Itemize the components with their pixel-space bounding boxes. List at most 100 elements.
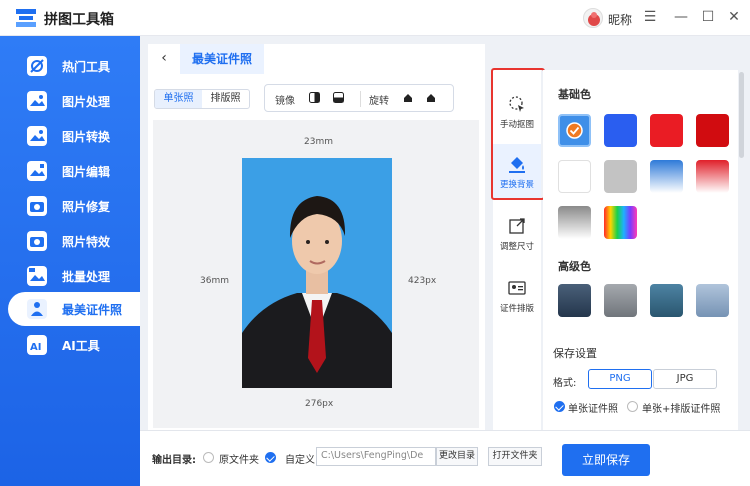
page-title: 最美证件照 <box>180 44 264 74</box>
original-folder-radio[interactable] <box>203 452 214 463</box>
photo-mode-toggle: 单张照 排版照 <box>154 89 250 109</box>
color-swatch-red[interactable] <box>650 114 683 147</box>
color-swatch-light-blue[interactable] <box>696 284 729 317</box>
mirror-label: 镜像 <box>275 96 295 107</box>
editor-panel: ‹ 最美证件照 单张照 排版照 镜像 旋转 23mm 36mm 423px 27… <box>148 44 485 430</box>
save-now-button[interactable]: 立即保存 <box>562 444 650 476</box>
close-icon[interactable]: ✕ <box>725 8 743 26</box>
sidebar-item-label: 图片转换 <box>62 130 111 144</box>
custom-folder-label: 自定义 <box>285 455 315 466</box>
original-folder-label: 原文件夹 <box>219 455 259 466</box>
image-convert-icon <box>27 126 47 146</box>
check-icon <box>566 122 583 139</box>
app-title: 拼图工具箱 <box>44 12 114 28</box>
color-swatch-gray[interactable] <box>604 160 637 193</box>
id-layout-tool[interactable]: 证件排版 <box>493 268 541 322</box>
save-settings-title: 保存设置 <box>553 347 597 360</box>
output-path-input[interactable]: C:\Users\FengPing\De <box>316 447 436 466</box>
sidebar-item-label: 热门工具 <box>62 60 111 74</box>
highlight-frame <box>491 68 545 200</box>
photo-repair-icon <box>27 196 47 216</box>
layout-photo-tab[interactable]: 排版照 <box>202 90 249 108</box>
width-px-label: 276px <box>305 399 334 409</box>
main-area: ‹ 最美证件照 单张照 排版照 镜像 旋转 23mm 36mm 423px 27… <box>140 36 750 486</box>
minimize-icon[interactable]: — <box>672 8 690 26</box>
photo-effect-icon <box>27 231 47 251</box>
avatar-icon <box>588 12 600 26</box>
resize-icon <box>509 218 525 234</box>
color-swatch-white[interactable] <box>558 160 591 193</box>
color-swatch-navy[interactable] <box>558 284 591 317</box>
app-logo-icon <box>16 9 36 27</box>
sidebar-item-label: 批量处理 <box>62 270 111 284</box>
id-photo-icon <box>27 299 47 319</box>
mirror-vertical-icon[interactable] <box>333 92 344 103</box>
change-directory-button[interactable]: 更改目录 <box>436 447 478 466</box>
id-layout-icon <box>508 281 526 295</box>
format-png-button[interactable]: PNG <box>588 369 652 389</box>
color-swatch-gradient-gray[interactable] <box>558 206 591 239</box>
sidebar-item-label: 照片修复 <box>62 200 111 214</box>
sidebar-item-batch-process[interactable]: 批量处理 <box>0 259 140 293</box>
color-swatch-royal-blue[interactable] <box>604 114 637 147</box>
ai-tools-icon: AI <box>27 335 47 355</box>
batch-process-icon <box>27 266 47 286</box>
toolbar-divider <box>360 91 361 107</box>
title-bar: 拼图工具箱 昵称 ☰ — ☐ ✕ <box>0 0 750 36</box>
single-photo-tab[interactable]: 单张照 <box>155 90 202 108</box>
image-edit-icon <box>27 161 47 181</box>
sidebar-item-hot-tools[interactable]: 热门工具 <box>0 49 140 83</box>
color-swatch-rainbow[interactable] <box>604 206 637 239</box>
hot-tools-icon <box>27 56 47 76</box>
height-mm-label: 36mm <box>200 276 229 286</box>
advanced-color-title: 高级色 <box>558 260 591 273</box>
rotate-right-icon[interactable] <box>426 92 437 103</box>
nickname[interactable]: 昵称 <box>608 11 632 28</box>
sidebar-item-image-process[interactable]: 图片处理 <box>0 84 140 118</box>
sidebar-item-id-photo[interactable]: 最美证件照 <box>8 292 146 326</box>
sidebar-item-photo-effect[interactable]: 照片特效 <box>0 224 140 258</box>
color-swatch-gradient-red[interactable] <box>696 160 729 193</box>
output-dir-label: 输出目录: <box>152 455 196 466</box>
back-button[interactable]: ‹ <box>154 49 174 69</box>
sidebar-item-label: 图片编辑 <box>62 165 111 179</box>
mirror-horizontal-icon[interactable] <box>309 92 320 103</box>
color-swatch-teal[interactable] <box>650 284 683 317</box>
sidebar-item-ai-tools[interactable]: AI AI工具 <box>0 328 140 362</box>
sidebar: 热门工具 图片处理 图片转换 图片编辑 照片修复 照片特效 批量处理 最美证件照… <box>0 36 146 486</box>
width-mm-label: 23mm <box>304 137 333 147</box>
image-process-icon <box>27 91 47 111</box>
photo-canvas: 23mm 36mm 423px 276px <box>153 120 479 428</box>
sidebar-item-label: 最美证件照 <box>62 303 123 317</box>
panel-scrollbar[interactable] <box>739 72 744 158</box>
format-label: 格式: <box>553 378 577 389</box>
sidebar-item-label: 照片特效 <box>62 235 111 249</box>
tool-label: 证件排版 <box>499 304 534 314</box>
id-photo-preview <box>242 158 392 388</box>
format-jpg-button[interactable]: JPG <box>653 369 717 389</box>
portrait-image <box>242 158 392 388</box>
sidebar-item-photo-repair[interactable]: 照片修复 <box>0 189 140 223</box>
transform-toolbar: 镜像 旋转 <box>264 84 454 112</box>
sidebar-item-image-edit[interactable]: 图片编辑 <box>0 154 140 188</box>
menu-icon[interactable]: ☰ <box>641 8 659 26</box>
sidebar-item-label: 图片处理 <box>62 95 111 109</box>
single-id-photo-label: 单张证件照 <box>568 404 618 415</box>
tool-label: 调整尺寸 <box>499 242 534 252</box>
open-folder-button[interactable]: 打开文件夹 <box>488 447 542 466</box>
single-plus-layout-radio[interactable] <box>627 401 638 412</box>
maximize-icon[interactable]: ☐ <box>699 8 717 26</box>
sidebar-item-image-convert[interactable]: 图片转换 <box>0 119 140 153</box>
color-swatch-slate[interactable] <box>604 284 637 317</box>
color-swatch-blue-selected[interactable] <box>558 114 591 147</box>
sidebar-item-label: AI工具 <box>62 339 100 353</box>
svg-text:AI: AI <box>30 342 41 353</box>
single-id-photo-radio[interactable] <box>554 401 565 412</box>
avatar[interactable] <box>583 8 603 28</box>
custom-folder-radio[interactable] <box>265 452 276 463</box>
color-swatch-gradient-blue[interactable] <box>650 160 683 193</box>
color-swatch-dark-red[interactable] <box>696 114 729 147</box>
rotate-left-icon[interactable] <box>402 92 413 103</box>
basic-color-title: 基础色 <box>558 88 591 101</box>
resize-tool[interactable]: 调整尺寸 <box>493 206 541 260</box>
